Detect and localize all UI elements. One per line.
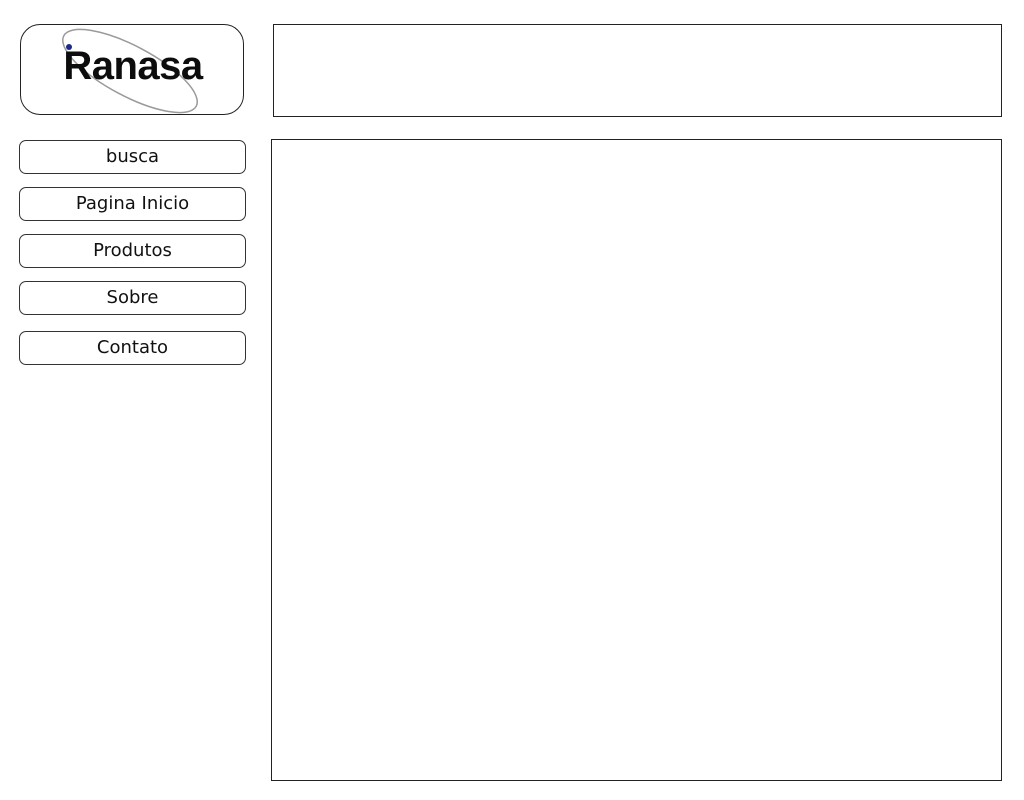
nav-button-sobre[interactable]: Sobre [19, 281, 246, 315]
nav-button-contato[interactable]: Contato [19, 331, 246, 365]
main-content-area [271, 139, 1002, 781]
nav-button-produtos[interactable]: Produtos [19, 234, 246, 268]
nav-button-pagina-inicio[interactable]: Pagina Inicio [19, 187, 246, 221]
logo[interactable]: Ranasa [20, 24, 244, 115]
header-banner [273, 24, 1002, 117]
nav-button-busca[interactable]: busca [19, 140, 246, 174]
logo-text: Ranasa [63, 44, 203, 88]
